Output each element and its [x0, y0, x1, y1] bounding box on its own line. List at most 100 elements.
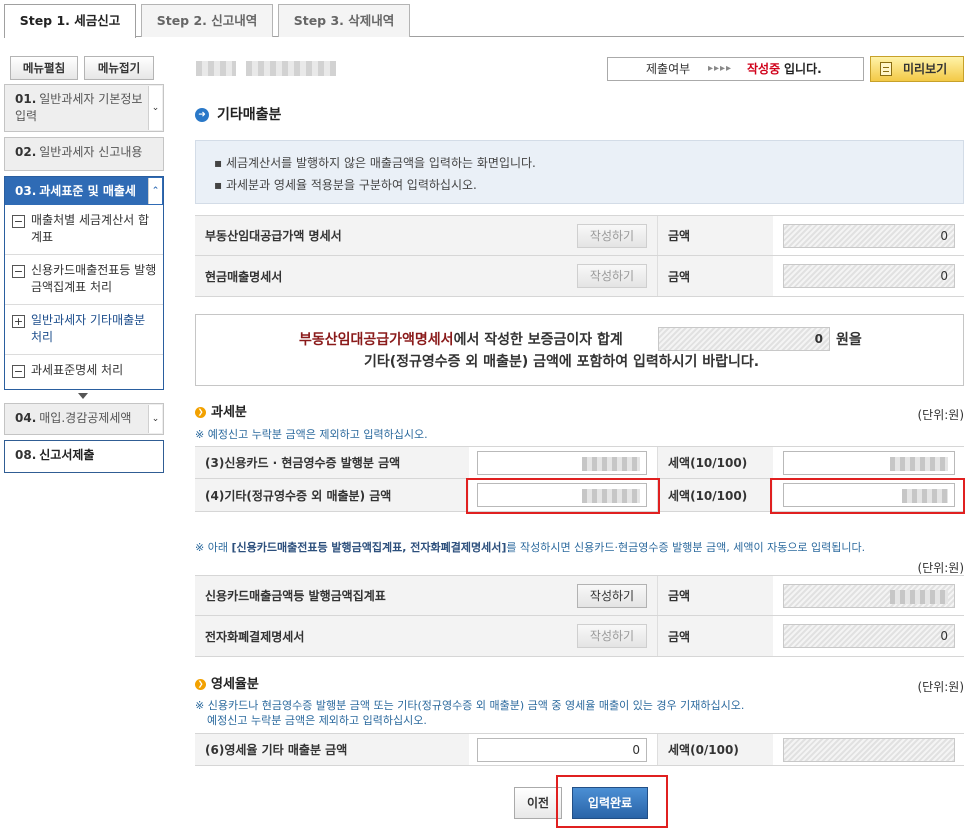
minus-icon: −	[12, 365, 25, 378]
status-label: 제출여부	[646, 62, 691, 76]
row-cash-sales: 현금매출명세서 작성하기 금액 0	[195, 256, 964, 297]
nav-item-label: 일반과세자 신고내용	[39, 145, 143, 159]
sub-item-tax-invoice[interactable]: − 매출처별 세금계산서 합계표	[5, 205, 163, 255]
row-card-sales-summary: 신용카드매출금액등 발행금액집계표 작성하기 금액	[195, 575, 964, 616]
write-button[interactable]: 작성하기	[577, 624, 647, 648]
zero-rate-title: ❯ 영세율분	[195, 677, 259, 693]
zero-rate-tax-field	[783, 738, 955, 762]
nav-item-label: 과세표준 및 매출세	[39, 184, 136, 198]
auto-fill-note: ※ 아래 [신용카드매출전표등 발행금액집계표, 전자화폐결제명세서]를 작성하…	[195, 541, 866, 554]
step-tabs: Step 1. 세금신고 Step 2. 신고내역 Step 3. 삭제내역	[4, 4, 964, 38]
amount-field: 0	[783, 264, 955, 288]
tax-label: 세액(10/100)	[657, 447, 773, 478]
notice-line-2: 기타(정규영수증 외 매출분) 금액에 포함하여 입력하시기 바랍니다.	[364, 354, 760, 370]
chevron-down-icon: ⌄	[148, 86, 162, 130]
amount-field: 0	[783, 624, 955, 648]
row-label: (3)신용카드 · 현금영수증 발행분 금액	[195, 447, 469, 478]
bullet-icon: ❯	[195, 407, 206, 418]
info-line: ▪ 세금계산서를 발행하지 않은 매출금액을 입력하는 화면입니다.	[214, 156, 536, 170]
nav-item-number: 04.	[15, 411, 37, 425]
sub-menu: − 매출처별 세금계산서 합계표 − 신용카드매출전표등 발행금액집계표 처리 …	[4, 205, 164, 390]
chevron-down-icon: ⌄	[148, 405, 162, 433]
highlight-box	[770, 478, 965, 514]
sub-item-label: 일반과세자 기타매출분 처리	[31, 313, 146, 344]
write-button[interactable]: 작성하기	[577, 224, 647, 248]
tab-step3[interactable]: Step 3. 삭제내역	[278, 4, 410, 37]
arrow-right-icon: ➜	[195, 108, 209, 122]
taxable-note: ※ 예정신고 누락분 금액은 제외하고 입력하십시오.	[195, 428, 428, 441]
minus-icon: −	[12, 215, 25, 228]
minus-icon: −	[12, 265, 25, 278]
row-real-estate: 부동산임대공급가액 명세서 작성하기 금액 0	[195, 215, 964, 256]
redacted-text	[196, 61, 236, 76]
nav-item-number: 08.	[15, 448, 37, 462]
document-icon	[880, 62, 892, 76]
deposit-interest-notice: 부동산임대공급가액명세서에서 작성한 보증금이자 합계 0 원을 기타(정규영수…	[195, 314, 964, 386]
bullet-icon: ❯	[195, 679, 206, 690]
auto-unit: (단위:원)	[917, 561, 964, 575]
write-button[interactable]: 작성하기	[577, 584, 647, 608]
nav-item-purchase-deduction[interactable]: 04. 매입.경감공제세액 ⌄	[4, 403, 164, 435]
nav-item-number: 02.	[15, 145, 37, 159]
sub-item-tax-base-detail[interactable]: − 과세표준명세 처리	[5, 355, 163, 389]
arrow-down-icon	[78, 393, 88, 399]
zero-rate-amount-input[interactable]: 0	[477, 738, 647, 762]
tax-label: 세액(10/100)	[657, 479, 773, 511]
notice-unit: 원을	[836, 332, 862, 348]
status-value: 작성중	[747, 62, 781, 76]
menu-collapse-button[interactable]: 메뉴접기	[84, 56, 154, 80]
sub-item-label: 매출처별 세금계산서 합계표	[31, 213, 150, 244]
nav-item-label: 신고서제출	[39, 448, 95, 462]
info-box: ▪ 세금계산서를 발행하지 않은 매출금액을 입력하는 화면입니다. ▪ 과세분…	[195, 140, 964, 204]
row-card-cash-receipts: (3)신용카드 · 현금영수증 발행분 금액 세액(10/100)	[195, 446, 964, 479]
prev-button[interactable]: 이전	[514, 787, 562, 819]
card-amount-input[interactable]	[477, 451, 647, 475]
highlight-box	[556, 775, 668, 828]
nav-item-number: 01.	[15, 92, 37, 106]
section-title: ➜ 기타매출분	[195, 106, 281, 124]
nav-item-basic-info[interactable]: 01. 일반과세자 기본정보 입력 ⌄	[4, 84, 164, 132]
menu-expand-button[interactable]: 메뉴펼침	[10, 56, 78, 80]
card-tax-input[interactable]	[783, 451, 955, 475]
row-label: (6)영세율 기타 매출분 금액	[195, 734, 469, 765]
status-suffix: 입니다.	[784, 62, 822, 76]
sub-item-other-sales[interactable]: + 일반과세자 기타매출분 처리	[5, 305, 163, 355]
amount-label: 금액	[657, 576, 773, 615]
sub-item-card-sales[interactable]: − 신용카드매출전표등 발행금액집계표 처리	[5, 255, 163, 305]
nav-item-number: 03.	[15, 184, 37, 198]
tab-step1[interactable]: Step 1. 세금신고	[4, 4, 136, 38]
write-button[interactable]: 작성하기	[577, 264, 647, 288]
deposit-interest-field: 0	[658, 327, 830, 351]
amount-label: 금액	[657, 616, 773, 656]
row-zero-rate-other: (6)영세율 기타 매출분 금액 0 세액(0/100)	[195, 733, 964, 766]
taxable-title: ❯ 과세분	[195, 405, 247, 421]
row-e-money: 전자화폐결제명세서 작성하기 금액 0	[195, 616, 964, 657]
amount-field	[783, 584, 955, 608]
row-label: (4)기타(정규영수증 외 매출분) 금액	[195, 479, 469, 511]
preview-button[interactable]: 미리보기	[870, 56, 964, 82]
zero-rate-note: ※ 신용카드나 현금영수증 발행분 금액 또는 기타(정규영수증 외 매출분) …	[195, 699, 745, 712]
notice-line-1: 부동산임대공급가액명세서에서 작성한 보증금이자 합계	[299, 332, 623, 348]
nav-item-tax-base[interactable]: 03. 과세표준 및 매출세 ⌃	[4, 176, 164, 206]
nav-item-label: 매입.경감공제세액	[39, 411, 132, 425]
tax-label: 세액(0/100)	[657, 734, 773, 765]
preview-label: 미리보기	[903, 62, 948, 76]
status-arrows: ▸▸▸▸	[708, 63, 733, 74]
sub-item-label: 신용카드매출전표등 발행금액집계표 처리	[31, 263, 157, 294]
section-title-text: 기타매출분	[217, 107, 282, 123]
zero-rate-unit: (단위:원)	[917, 680, 964, 694]
tab-step2[interactable]: Step 2. 신고내역	[141, 4, 273, 37]
submission-status: 제출여부 ▸▸▸▸ 작성중 입니다.	[607, 57, 864, 81]
amount-label: 금액	[657, 256, 773, 296]
taxable-unit: (단위:원)	[917, 408, 964, 422]
redacted-text	[246, 61, 336, 76]
nav-item-submit[interactable]: 08. 신고서제출	[4, 440, 164, 473]
nav-item-report-content[interactable]: 02. 일반과세자 신고내용	[4, 137, 164, 171]
plus-icon: +	[12, 315, 25, 328]
zero-rate-note-2: 예정신고 누락분 금액은 제외하고 입력하십시오.	[207, 714, 427, 727]
chevron-up-icon: ⌃	[148, 178, 162, 204]
info-line: ▪ 과세분과 영세율 적용분을 구분하여 입력하십시오.	[214, 178, 477, 192]
sub-item-label: 과세표준명세 처리	[31, 363, 124, 377]
amount-field: 0	[783, 224, 955, 248]
real-estate-link[interactable]: 부동산임대공급가액명세서	[299, 332, 454, 348]
